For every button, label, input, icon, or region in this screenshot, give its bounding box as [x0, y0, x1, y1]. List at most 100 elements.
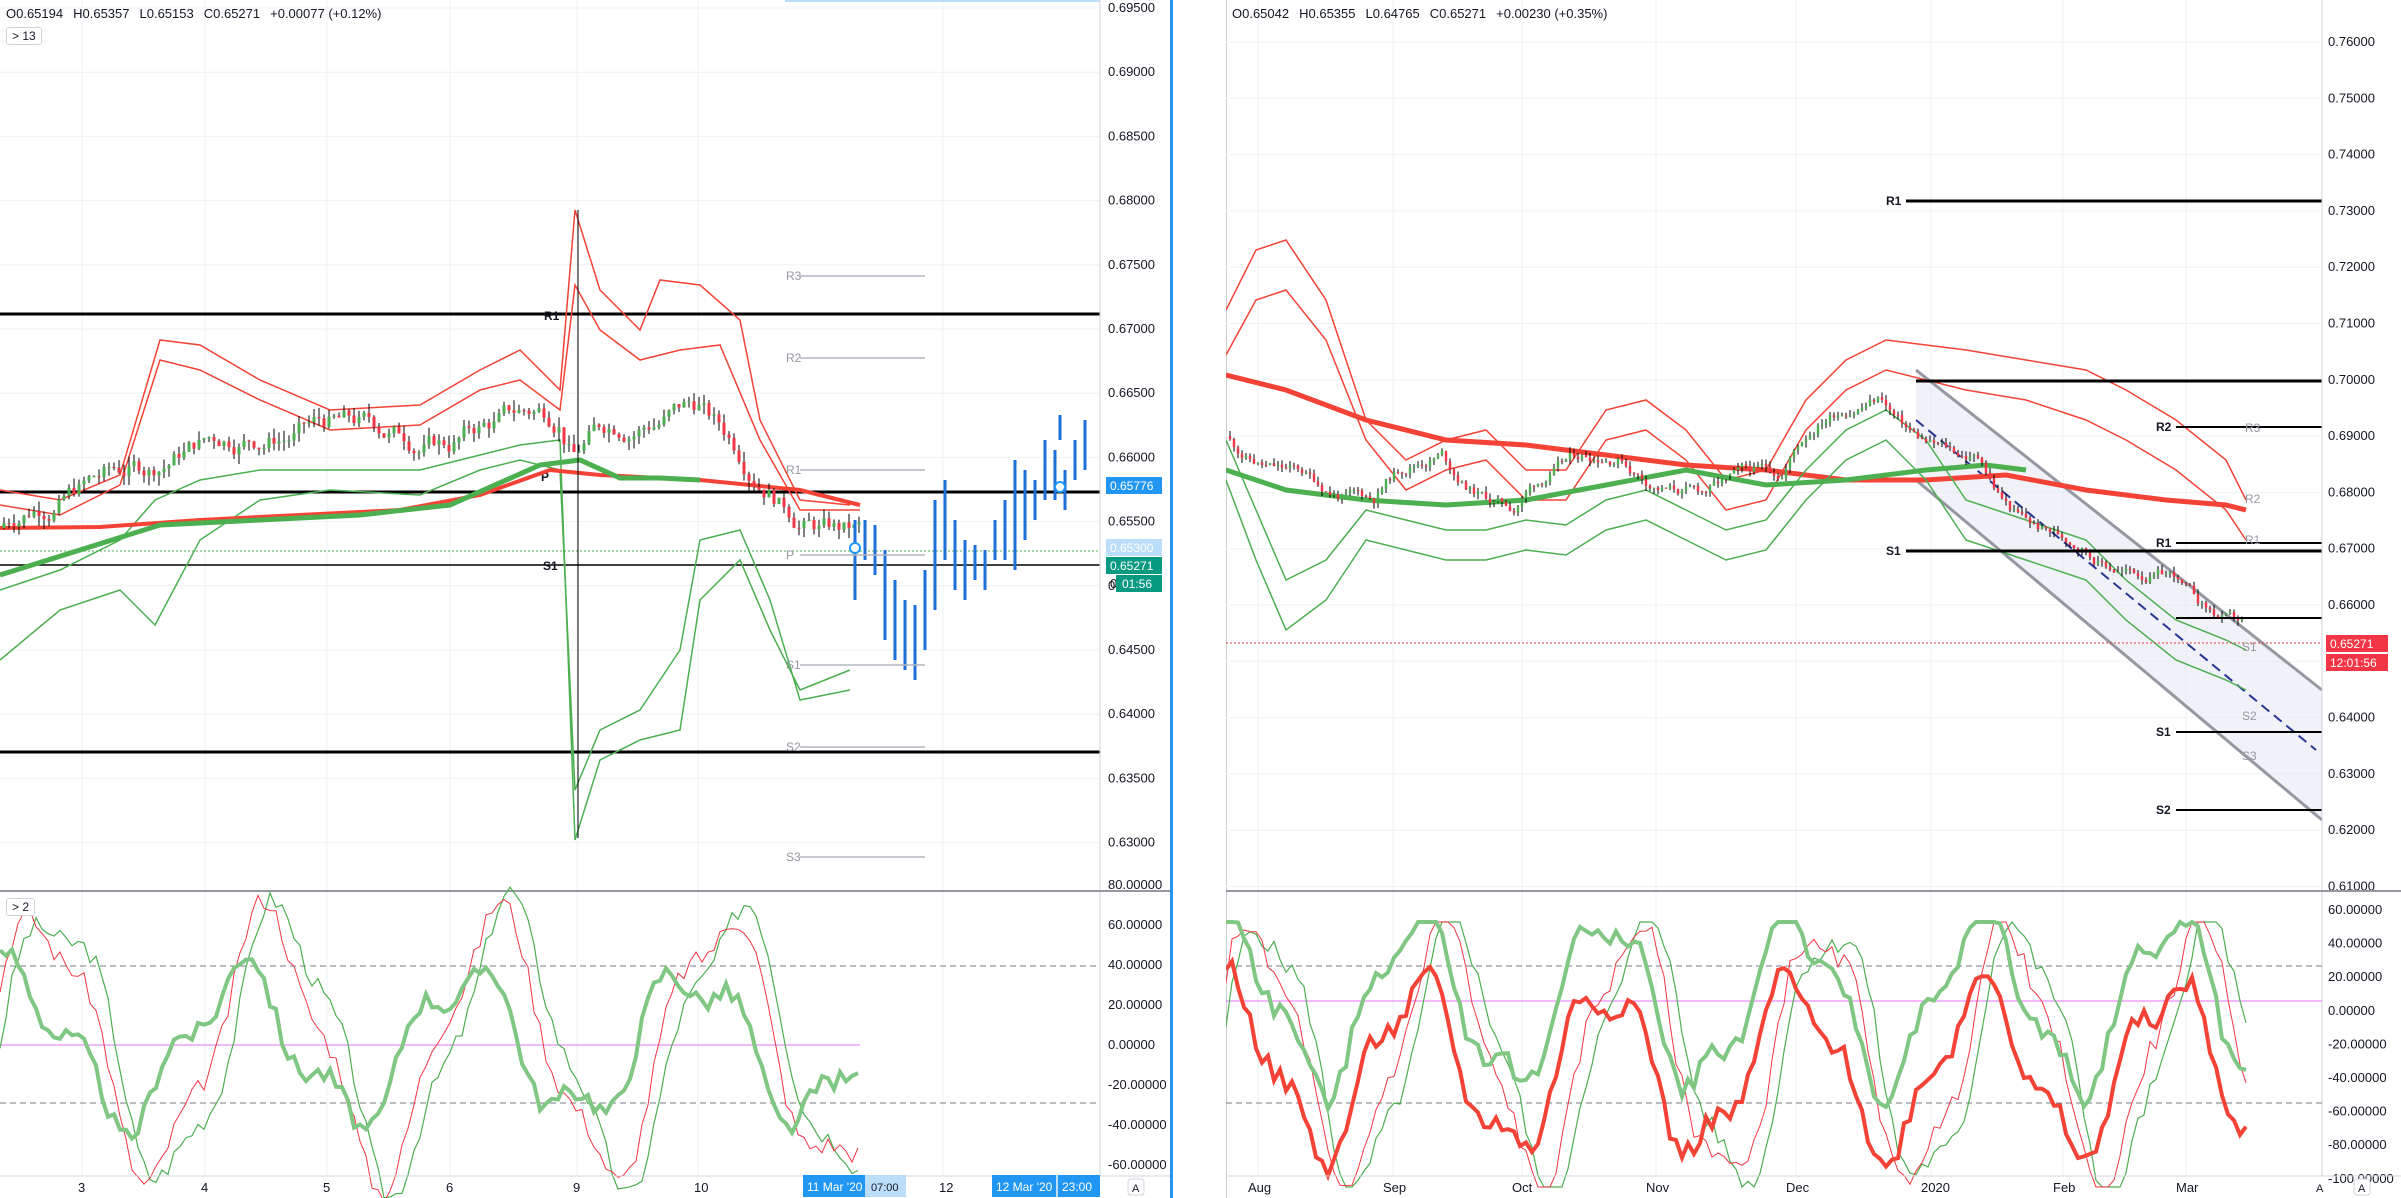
osc-right-tick-label: -80.00000: [2328, 1137, 2387, 1152]
candle-down: [2020, 511, 2024, 514]
candle-up: [2228, 611, 2232, 614]
open-value: O0.65042: [1232, 6, 1290, 21]
candle-up: [502, 405, 506, 414]
candle-down: [272, 437, 276, 444]
candle-up: [1536, 483, 1540, 487]
projected-pivot-label: R3: [786, 269, 802, 283]
candle-down: [1704, 491, 1708, 493]
right-oscillator[interactable]: [1226, 919, 2322, 1189]
candle-down: [1328, 491, 1332, 495]
candle-down: [1664, 487, 1668, 489]
candle-up: [822, 518, 826, 526]
osc-fast-line-green: [1226, 920, 2247, 1189]
candle-up: [292, 433, 296, 441]
left-oscillator[interactable]: [0, 886, 1100, 1198]
candle-up: [1732, 469, 1736, 474]
candle-down: [597, 424, 601, 427]
candle-up: [172, 453, 176, 466]
candle-up: [532, 411, 536, 414]
candle-up: [587, 431, 591, 444]
candle-up: [1392, 472, 1396, 481]
candle-up: [207, 437, 211, 439]
right-chart-pane[interactable]: R1 S1 R2 R1 S1 S2 R3 R2 R1 S1 S2 S3 0.76000 0.75000 0…: [1226, 0, 2401, 1198]
candle-up: [332, 415, 336, 417]
time-tick-label: 4: [201, 1180, 208, 1195]
candle-down: [337, 415, 341, 418]
price-tick-label: 0.70000: [2328, 372, 2375, 387]
left-price-axis[interactable]: 0.69500 0.69000 0.68500 0.68000 0.67500 0.670…: [1108, 0, 1155, 850]
candle-up: [517, 410, 521, 413]
candle-up: [1668, 485, 1672, 489]
candle-up: [662, 416, 666, 425]
candle-down: [2104, 562, 2108, 567]
candle-down: [1260, 462, 1264, 465]
left-main-plot-area[interactable]: [0, 0, 1100, 890]
candle-down: [252, 441, 256, 448]
candle-down: [1500, 498, 1504, 502]
candle-down: [137, 461, 141, 471]
candle-up: [857, 522, 861, 525]
candle-down: [522, 410, 526, 412]
countdown-timer: 01:56: [1122, 577, 1152, 591]
candle-up: [2200, 602, 2204, 604]
candle-down: [1672, 485, 1676, 490]
candle-down: [792, 517, 796, 528]
candle-up: [1972, 455, 1976, 457]
candle-up: [282, 440, 286, 442]
candle-up: [802, 520, 806, 529]
candle-down: [647, 427, 651, 430]
candle-up: [167, 465, 171, 469]
candle-up: [1376, 492, 1380, 504]
candle-down: [1980, 457, 1984, 463]
candle-up: [462, 426, 466, 438]
candle-down: [1900, 414, 1904, 424]
candle-up: [1684, 486, 1688, 491]
candle-down: [1236, 447, 1240, 454]
candle-down: [527, 410, 531, 414]
candle-down: [1676, 489, 1680, 494]
right-ohlc-legend: O0.65042 H0.65355 L0.64765 C0.65271 +0.00230…: [1232, 6, 1617, 21]
candle-up: [1876, 397, 1880, 402]
candle-down: [1232, 439, 1236, 448]
pivot-s1-line-label: S1: [1886, 544, 1901, 558]
candle-down: [382, 433, 386, 438]
price-tick-label: 0.65500: [1108, 514, 1155, 529]
candle-down: [782, 497, 786, 508]
candle-up: [222, 441, 226, 447]
left-chart-pane[interactable]: R1 P S1 R3 R2 R1 P S1 S2 S3 0.69500 0.69000 0.6850…: [0, 0, 1170, 1198]
candle-down: [257, 447, 261, 450]
price-tick-label: 0.73000: [2328, 203, 2375, 218]
indicators-toggle-button[interactable]: > 13: [6, 27, 42, 45]
price-tick-label: 0.75000: [2328, 90, 2375, 105]
candle-down: [1904, 423, 1908, 428]
candle-down: [1744, 464, 1748, 466]
candle-down: [847, 522, 851, 528]
candle-down: [372, 416, 376, 428]
left-ohlc-legend: O0.65194 H0.65357 L0.65153 C0.65271 +0.00077…: [6, 6, 391, 21]
candle-down: [1960, 455, 1964, 457]
candle-down: [1844, 415, 1848, 417]
candle-up: [557, 427, 561, 433]
candle-down: [1508, 505, 1512, 511]
pivot-s1-label: S1: [543, 559, 558, 573]
candle-up: [1752, 466, 1756, 472]
candle-down: [1248, 455, 1252, 459]
candle-up: [17, 523, 21, 527]
candle-down: [2172, 571, 2176, 577]
oscillator-toggle-button[interactable]: > 2: [6, 898, 36, 916]
candle-up: [1408, 467, 1412, 474]
candle-down: [507, 405, 511, 411]
candle-down: [2204, 602, 2208, 608]
candle-down: [2004, 498, 2008, 502]
candle-up: [327, 416, 331, 427]
candle-down: [1976, 455, 1980, 458]
left-chart-canvas[interactable]: R1PS1 R3R2R1PS1S2S3 0.695000.690000.6850…: [0, 0, 1170, 1198]
candle-up: [657, 424, 661, 428]
right-time-axis[interactable]: Aug Sep Oct Nov Dec 2020 Feb Mar: [1248, 1180, 2199, 1195]
right-price-axis[interactable]: 0.76000 0.75000 0.74000 0.73000 0.72000 0.710…: [2328, 34, 2375, 894]
candle-up: [237, 446, 241, 455]
candle-down: [1488, 498, 1492, 503]
candle-down: [1368, 496, 1372, 499]
right-chart-canvas[interactable]: R1S1R2R1S1S2R3R2R1S1S2S3 0.760000.750000…: [1226, 0, 2401, 1198]
candle-up: [1780, 478, 1784, 480]
